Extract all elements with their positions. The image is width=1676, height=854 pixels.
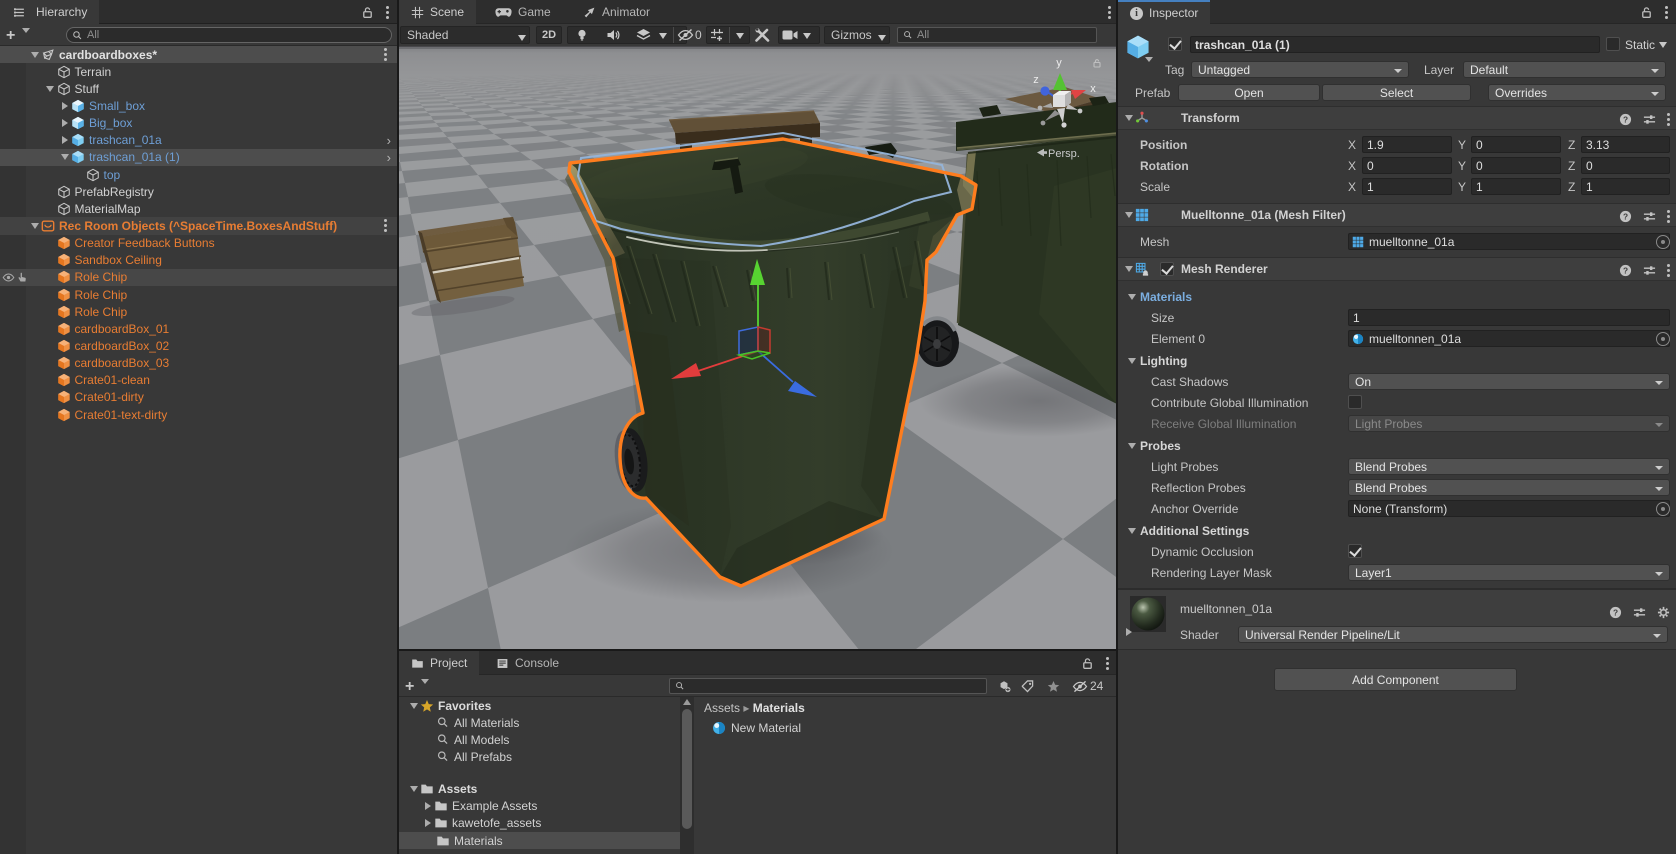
svg-text:y: y (1056, 57, 1062, 69)
svg-text:x: x (1090, 83, 1096, 95)
svg-text:Persp.: Persp. (1048, 148, 1080, 160)
svg-text:z: z (1033, 74, 1039, 86)
